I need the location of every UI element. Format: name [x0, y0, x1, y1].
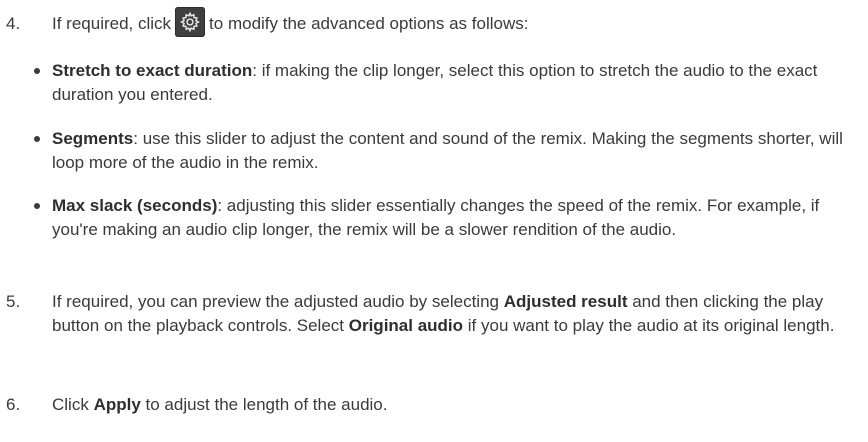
help-document: 4. If required, click to modify the advan…	[0, 0, 868, 442]
bullet-text: Max slack (seconds): adjusting this slid…	[52, 194, 860, 242]
step-emphasis: Apply	[93, 395, 141, 414]
step-number: 4.	[6, 14, 21, 33]
bullet-term: Segments	[52, 129, 134, 148]
gear-icon	[175, 6, 206, 37]
step-emphasis: Adjusted result	[503, 292, 628, 311]
bullet-term: Max slack (seconds)	[52, 196, 218, 215]
bullet-dot	[34, 68, 40, 74]
bullet-desc: : use this slider to adjust the content …	[52, 129, 843, 172]
step-text-part: if you want to play the audio at its ori…	[463, 316, 835, 335]
step-number: 6.	[6, 395, 21, 414]
bullet-text: Stretch to exact duration: if making the…	[52, 59, 860, 107]
bullet-text: Segments: use this slider to adjust the …	[52, 127, 860, 175]
step-emphasis: Original audio	[348, 316, 464, 335]
step-text: If required, you can preview the adjuste…	[52, 290, 860, 338]
step-number: 5.	[6, 292, 21, 311]
step-text-part: If required, you can preview the adjuste…	[52, 292, 504, 311]
bullet-dot	[34, 203, 40, 209]
step-text: If required, click to modify the advanced…	[52, 6, 860, 37]
bullet-term: Stretch to exact duration	[52, 61, 253, 80]
step-text-after: to modify the advanced options as follow…	[209, 14, 529, 33]
step-text-part: to adjust the length of the audio.	[140, 395, 388, 414]
step-text-part: Click	[52, 395, 94, 414]
bullet-dot	[34, 136, 40, 142]
step-text-before: If required, click	[52, 14, 172, 33]
step-text: Click Apply to adjust the length of the …	[52, 393, 860, 417]
